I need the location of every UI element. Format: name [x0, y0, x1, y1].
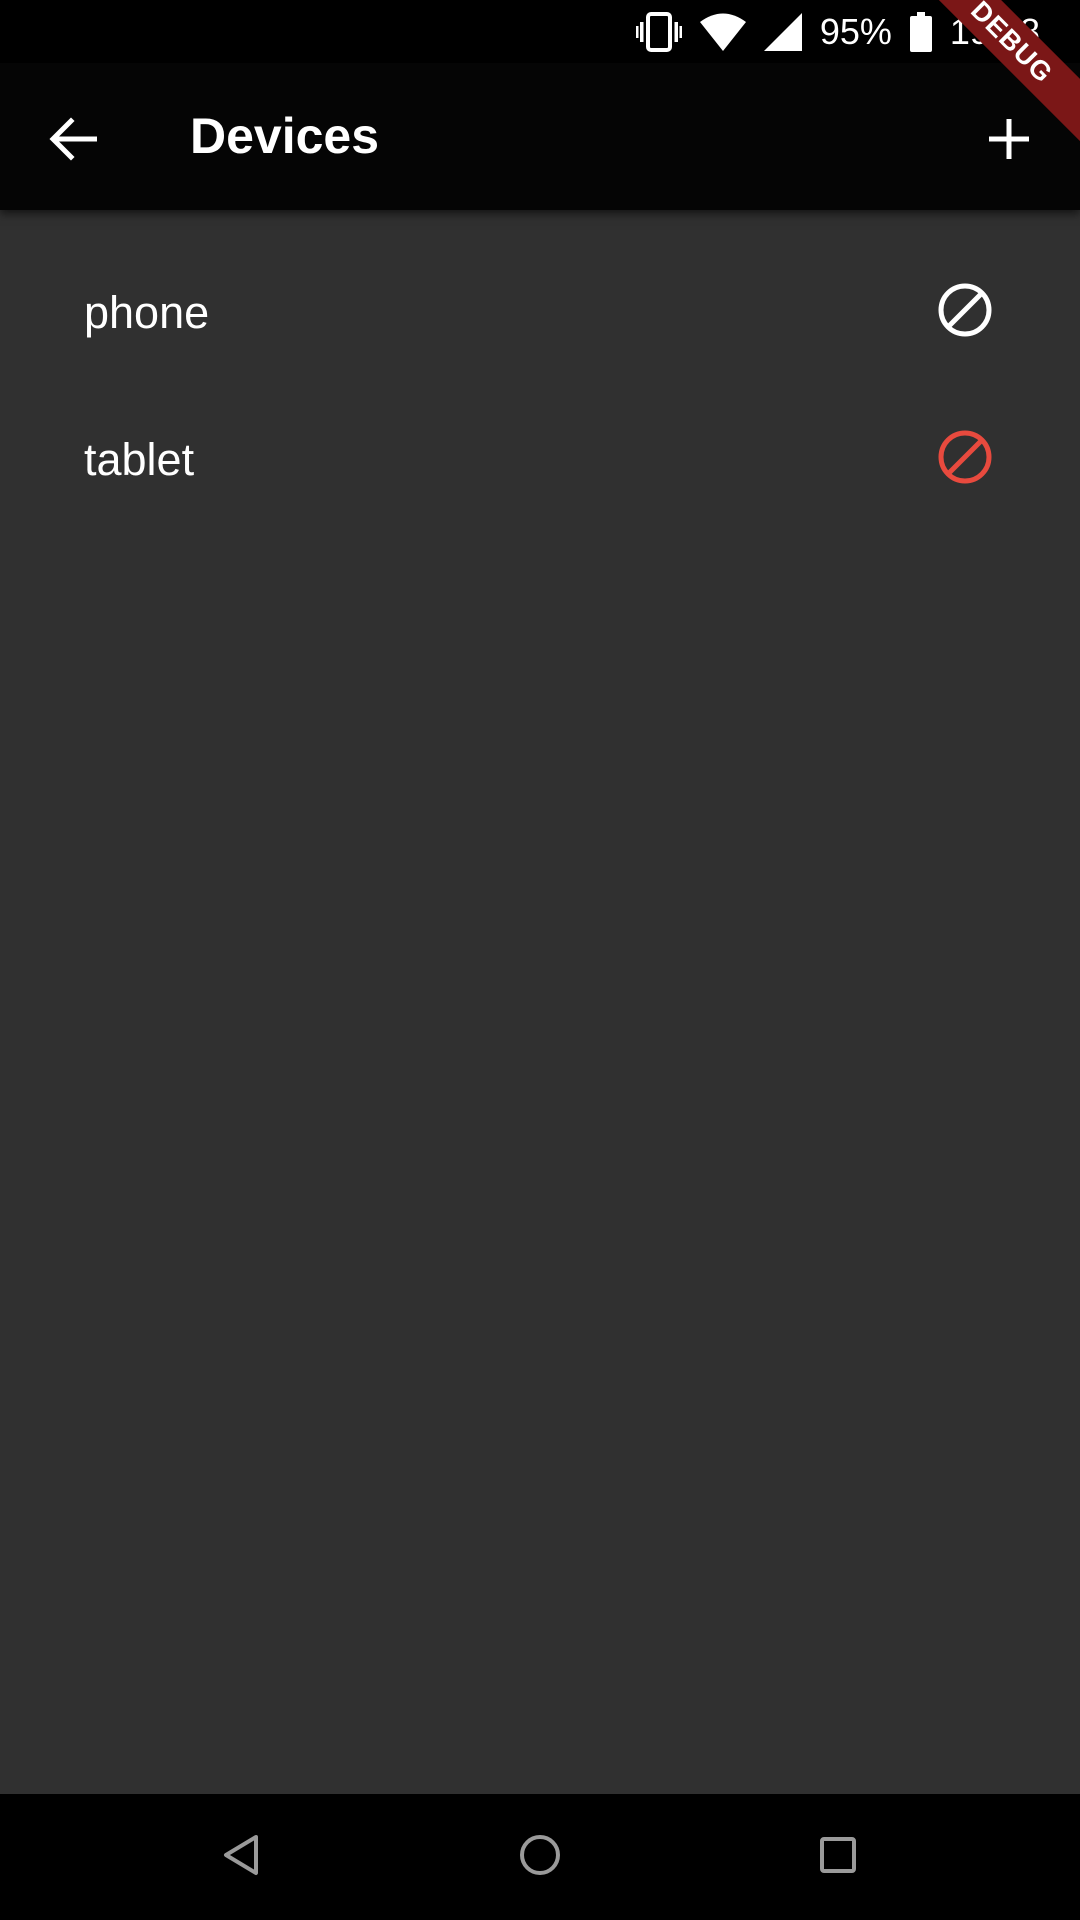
wifi-icon	[699, 13, 746, 51]
vibrate-icon	[635, 11, 682, 52]
battery-percent: 95%	[819, 11, 892, 52]
device-list: phone tablet	[0, 210, 1080, 533]
plus-icon	[989, 118, 1029, 164]
block-device-button[interactable]	[920, 414, 1010, 504]
nav-recents-icon	[818, 1835, 858, 1880]
app-bar: Devices	[0, 63, 1080, 210]
nav-home-button[interactable]	[495, 1812, 585, 1902]
device-name: tablet	[84, 434, 195, 485]
status-bar: 95% 19:08	[0, 0, 1080, 63]
navigation-bar	[0, 1794, 1080, 1920]
nav-recents-button[interactable]	[793, 1812, 883, 1902]
list-item[interactable]: tablet	[0, 386, 1080, 533]
cell-signal-icon	[763, 12, 802, 51]
device-name: phone	[84, 287, 210, 338]
list-item[interactable]: phone	[0, 239, 1080, 386]
page-title: Devices	[190, 108, 380, 164]
battery-icon	[909, 11, 932, 52]
nav-back-icon	[221, 1833, 261, 1882]
add-device-button[interactable]	[964, 96, 1054, 186]
arrow-back-icon	[49, 116, 98, 166]
block-icon	[937, 282, 993, 343]
block-device-button[interactable]	[920, 267, 1010, 357]
back-button[interactable]	[28, 96, 118, 186]
block-icon	[937, 429, 993, 490]
nav-back-button[interactable]	[196, 1812, 286, 1902]
nav-home-icon	[518, 1833, 562, 1882]
